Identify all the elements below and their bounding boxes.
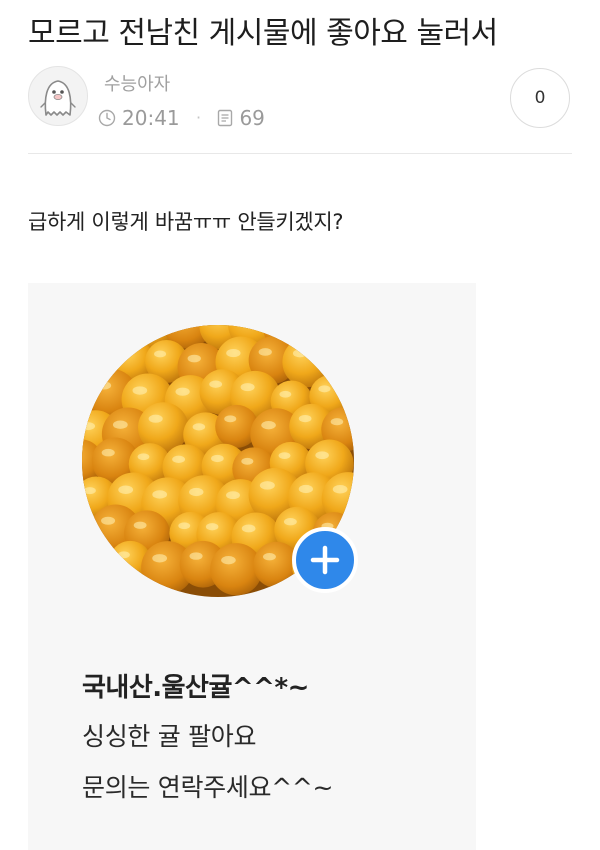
meta-separator: · [196, 108, 202, 127]
tangerine [82, 325, 100, 351]
tangerine-highlight [82, 355, 93, 364]
tangerine-highlight [152, 554, 168, 563]
view-count: 69 [239, 105, 265, 130]
tangerine-highlight [133, 521, 147, 529]
tangerine-highlight [241, 524, 256, 533]
like-button[interactable]: 0 [510, 68, 570, 128]
ghost-avatar-icon [40, 80, 76, 116]
add-story-button[interactable] [292, 527, 358, 593]
tangerine-highlight [279, 390, 292, 398]
tangerine-highlight [189, 552, 203, 560]
tangerine-highlight [259, 481, 275, 490]
tangerine-highlight [262, 553, 276, 561]
tangerine-highlight [226, 348, 241, 358]
tangerine-highlight [278, 452, 291, 460]
author-row: 수능아자 20:41 · 69 0 [28, 66, 572, 130]
tangerine [328, 337, 354, 385]
tangerine-highlight [283, 518, 297, 526]
tangerine-highlight [224, 415, 237, 423]
like-count: 0 [534, 88, 546, 108]
tangerine-highlight [119, 350, 133, 358]
tangerine [91, 325, 135, 351]
tangerine-highlight [240, 383, 255, 392]
tangerine-highlight [330, 418, 344, 426]
post-meta: 20:41 · 69 [98, 104, 265, 130]
tangerine-highlight [132, 386, 148, 395]
tangerine-highlight [101, 448, 115, 457]
profile-name: 국내산.울산귤^^*~ [82, 673, 309, 703]
tangerine-highlight [178, 522, 191, 530]
profile-photo-area [82, 325, 358, 597]
profile-bio-line-1: 싱싱한 귤 팔아요 [82, 722, 257, 751]
tangerine-highlight [221, 555, 236, 565]
post-body: 급하게 이렇게 바꿈ㅠㅠ 안들키겠지? [28, 210, 344, 234]
tangerine-highlight [189, 487, 204, 497]
tangerine-highlight [261, 421, 276, 430]
tangerine-highlight [96, 381, 112, 390]
tangerine-highlight [205, 523, 219, 531]
tangerine-highlight [338, 349, 353, 357]
tangerine-highlight [318, 385, 331, 393]
post-title: 모르고 전남친 게시물에 좋아요 눌러서 [28, 16, 498, 51]
profile-bio-line-2: 문의는 연락주세요^^~ [82, 773, 334, 802]
tangerine-highlight [226, 491, 240, 500]
post-time: 20:41 [122, 105, 180, 130]
tangerine-highlight [137, 453, 150, 461]
tangerine-highlight [298, 484, 314, 494]
tangerine-highlight [152, 490, 168, 499]
divider [28, 153, 572, 154]
tangerine-highlight [118, 485, 134, 494]
tangerine-highlight [101, 516, 116, 525]
tangerine-highlight [209, 380, 223, 388]
tangerine-highlight [82, 552, 96, 561]
tangerine-highlight [83, 487, 96, 495]
tangerine-highlight [298, 414, 312, 423]
tangerine-highlight [292, 349, 307, 358]
tangerine-highlight [148, 414, 163, 423]
tangerine-highlight [241, 457, 254, 465]
document-icon [218, 109, 233, 126]
post-page: 모르고 전남친 게시물에 좋아요 눌러서 수능아자 20:41 · 69 0 급… [0, 0, 600, 850]
plus-icon [310, 545, 340, 575]
tangerine-highlight [175, 387, 190, 396]
tangerine-highlight [258, 348, 272, 356]
tangerine-highlight [315, 451, 329, 460]
author-avatar[interactable] [28, 66, 88, 126]
tangerine-highlight [211, 454, 224, 463]
author-name[interactable]: 수능아자 [104, 70, 170, 96]
tangerine-highlight [172, 455, 186, 464]
tangerine-highlight [187, 354, 201, 363]
tangerine [304, 325, 354, 355]
tangerine-highlight [112, 420, 128, 429]
tangerine-highlight [192, 423, 206, 431]
attached-screenshot[interactable]: 국내산.울산귤^^*~ 싱싱한 귤 팔아요 문의는 연락주세요^^~ [28, 283, 476, 850]
clock-icon [98, 109, 116, 126]
tangerine-highlight [154, 350, 167, 358]
tangerine-highlight [332, 485, 348, 494]
tangerine-highlight [117, 551, 130, 559]
